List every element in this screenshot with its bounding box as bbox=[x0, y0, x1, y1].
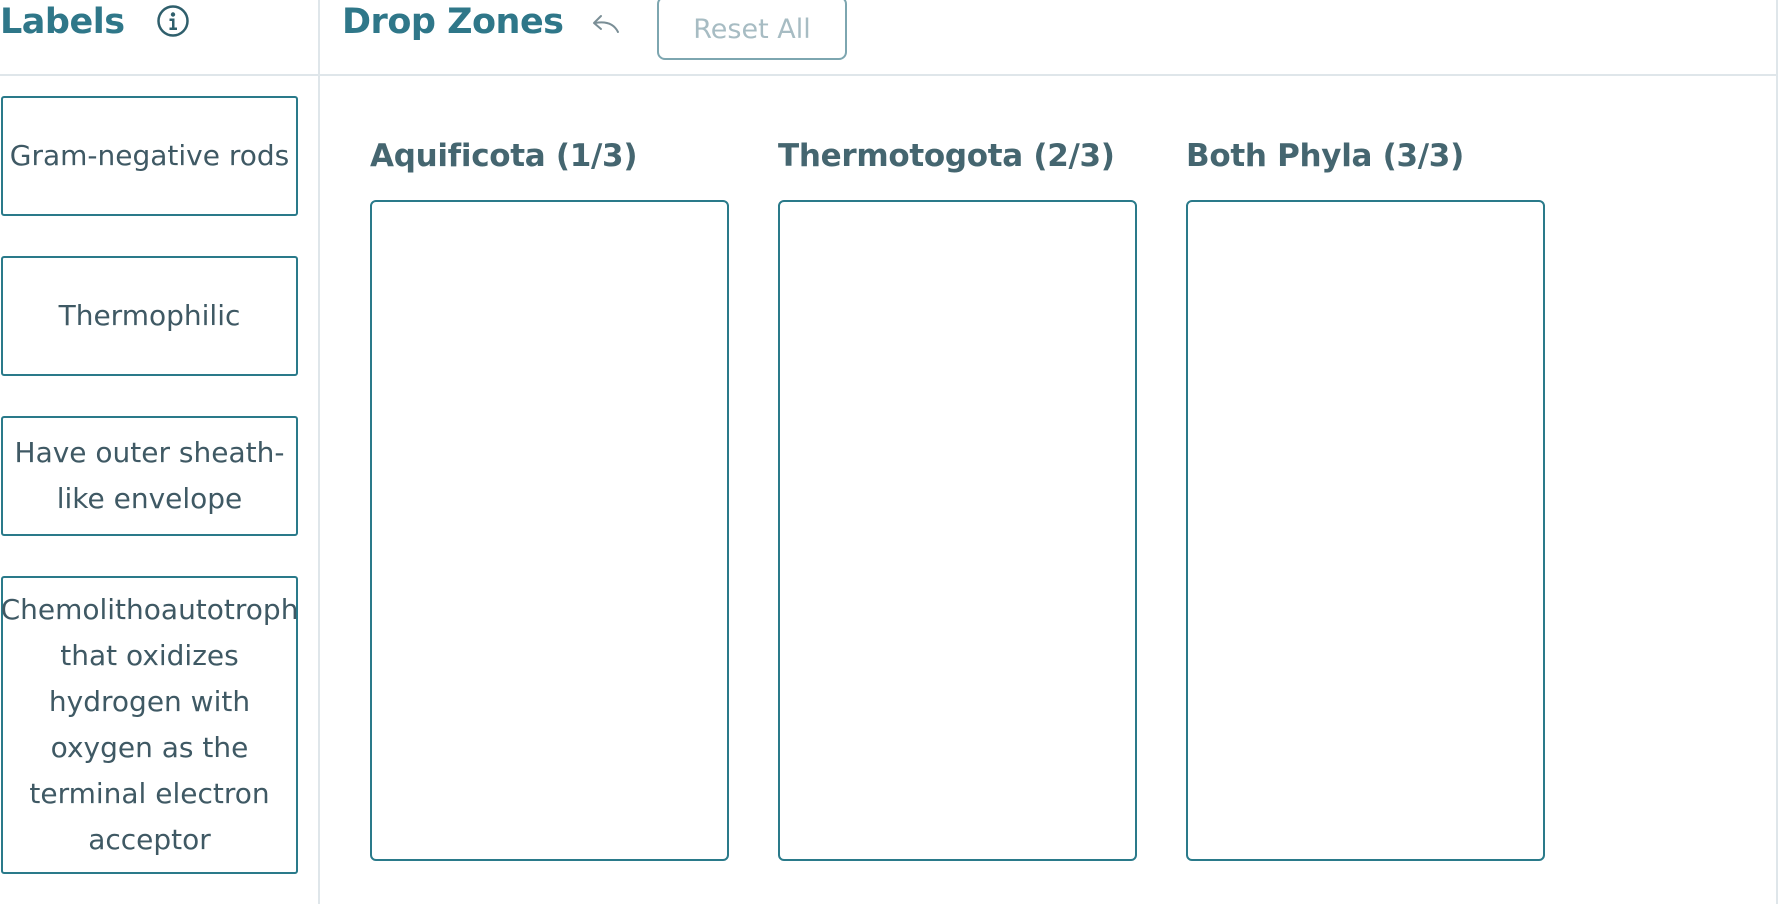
drop-zone-aquificota[interactable] bbox=[370, 200, 729, 861]
labels-header-divider bbox=[0, 74, 320, 76]
drop-zone-thermotogota[interactable] bbox=[778, 200, 1137, 861]
label-card-text: Gram-negative rods bbox=[9, 139, 290, 172]
labels-panel: Labels Gram-negative rods Thermophilic H… bbox=[0, 0, 320, 904]
drop-zones-header: Drop Zones Reset All bbox=[320, 0, 1778, 76]
drop-zone-both-phyla[interactable] bbox=[1186, 200, 1545, 861]
label-card-text: Chemolithoautotroph that oxidizes hydrog… bbox=[0, 593, 299, 856]
drop-zone-title-thermotogota: Thermotogota (2/3) bbox=[778, 138, 1115, 174]
drop-zones-heading: Drop Zones bbox=[342, 2, 564, 42]
drop-zone-title-both-phyla: Both Phyla (3/3) bbox=[1186, 138, 1464, 174]
drop-zone-title-aquificota: Aquificota (1/3) bbox=[370, 138, 638, 174]
reset-all-button[interactable]: Reset All bbox=[657, 0, 847, 60]
info-icon[interactable] bbox=[156, 4, 190, 38]
labels-heading: Labels bbox=[0, 2, 125, 42]
label-card-thermophilic[interactable]: Thermophilic bbox=[1, 256, 298, 376]
label-card-gram-negative-rods[interactable]: Gram-negative rods bbox=[1, 96, 298, 216]
label-card-text: Have outer sheath-like envelope bbox=[14, 436, 285, 515]
undo-arrow-icon bbox=[586, 15, 622, 46]
label-card-text: Thermophilic bbox=[58, 299, 241, 332]
labeling-activity: Labels Gram-negative rods Thermophilic H… bbox=[0, 0, 1778, 904]
label-card-chemolithoautotroph[interactable]: Chemolithoautotroph that oxidizes hydrog… bbox=[1, 576, 298, 874]
label-card-outer-sheath[interactable]: Have outer sheath-like envelope bbox=[1, 416, 298, 536]
undo-button[interactable] bbox=[586, 10, 622, 42]
